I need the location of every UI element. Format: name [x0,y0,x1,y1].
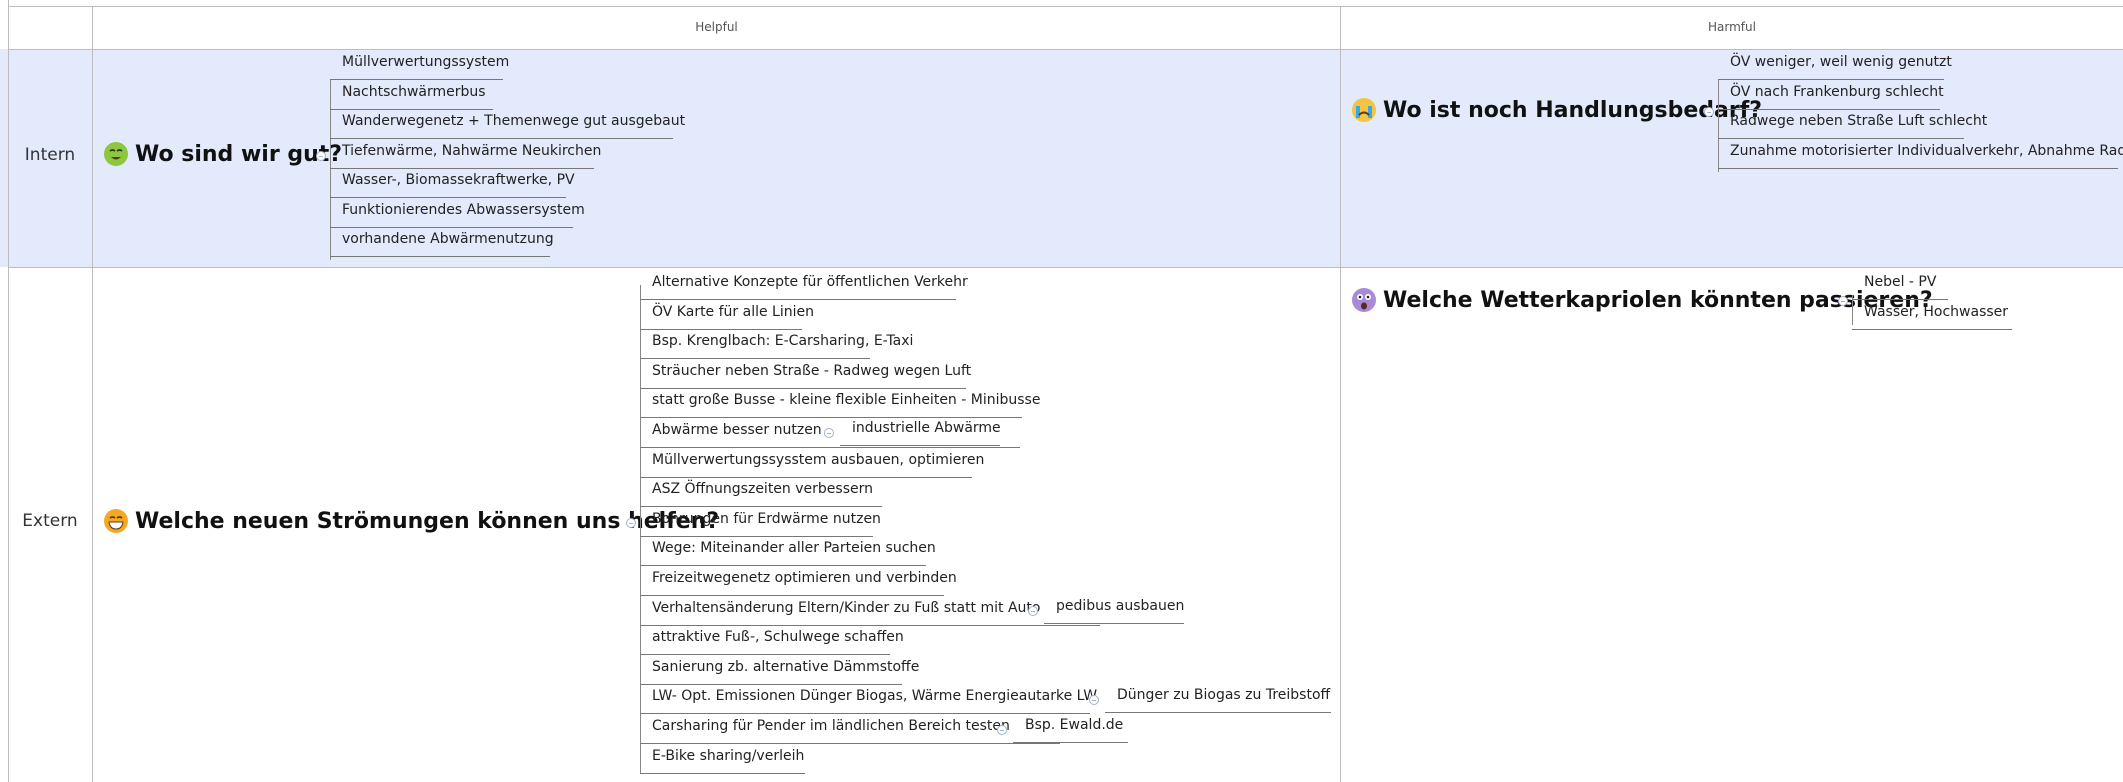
row-label-extern: Extern [22,511,78,531]
grid-top [8,6,2123,7]
grinning-face-icon [104,509,128,533]
list-item[interactable]: Sträucher neben Straße - Radweg wegen Lu… [640,361,971,389]
collapse-toggle-strengths[interactable] [316,151,326,161]
list-item[interactable]: Freizeitwegenetz optimieren und verbinde… [640,568,957,596]
topic-title: Welche Wetterkapriolen könnten passieren… [1383,287,1933,313]
subitem-industrielle-abwaerme[interactable]: industrielle Abwärme [840,418,1001,446]
subitem-ewald[interactable]: Bsp. Ewald.de [1013,715,1128,743]
grid-mid-col [1340,6,1341,782]
grid-row-divider [8,267,2123,268]
list-item[interactable]: Wasser-, Biomassekraftwerke, PV [330,170,575,198]
column-header-helpful: Helpful [695,20,738,34]
column-header-harmful: Harmful [1708,20,1756,34]
list-item[interactable]: Müllverwertungssystem [330,52,509,80]
list-item[interactable]: Müllverwertungssysstem ausbauen, optimie… [640,450,984,478]
list-item[interactable]: LW- Opt. Emissionen Dünger Biogas, Wärme… [640,686,1097,715]
list-item[interactable]: ÖV Karte für alle Linien [640,302,814,330]
list-item[interactable]: E-Bike sharing/verleih [640,746,805,774]
list-item[interactable]: ASZ Öffnungszeiten verbessern [640,479,882,508]
topic-strengths[interactable]: Wo sind wir gut? [103,141,342,167]
list-item[interactable]: Nebel - PV [1852,272,1948,300]
list-item[interactable]: Alternative Konzepte für öffentlichen Ve… [640,272,968,300]
list-item[interactable]: Wasser, Hochwasser [1852,302,2012,330]
collapse-toggle-abwaerme[interactable] [824,428,834,438]
collapse-toggle-duenger[interactable] [1089,695,1099,705]
topic-needs-action[interactable]: Wo ist noch Handlungsbedarf? [1351,97,1762,123]
list-item[interactable]: Bohrungen für Erdwärme nutzen [640,509,881,537]
collapse-toggle-opportunities[interactable] [626,518,636,528]
collapse-toggle-needs-action[interactable] [1704,107,1714,117]
collapse-toggle-ewald[interactable] [997,725,1007,735]
collapse-toggle-pedibus[interactable] [1028,606,1038,616]
list-item[interactable]: Bsp. Krenglbach: E-Carsharing, E-Taxi [640,331,913,360]
astonished-face-icon [1352,288,1376,312]
list-item[interactable]: statt große Busse - kleine flexible Einh… [640,390,1040,419]
list-item[interactable]: Funktionierendes Abwassersystem [330,200,585,228]
subitem-pedibus[interactable]: pedibus ausbauen [1044,596,1184,624]
grid-header-bottom [8,49,2123,50]
list-item[interactable]: vorhandene Abwärmenutzung [330,229,554,257]
grid-label-col [92,6,93,782]
list-item[interactable]: Wege: Miteinander aller Parteien suchen [640,538,936,567]
list-item[interactable]: Zunahme motorisierter Individualverkehr,… [1718,141,2123,169]
grid-left [8,0,9,782]
list-item[interactable]: Nachtschwärmerbus [330,82,493,110]
list-item[interactable]: Radwege neben Straße Luft schlecht [1718,111,1987,139]
row-label-intern: Intern [24,145,76,165]
list-item[interactable]: ÖV nach Frankenburg schlecht [1718,82,1944,110]
list-item[interactable]: Tiefenwärme, Nahwärme Neukirchen [330,141,601,169]
list-item[interactable]: Wanderwegenetz + Themenwege gut ausgebau… [330,111,685,139]
list-item[interactable]: ÖV weniger, weil wenig genutzt [1718,52,1952,80]
nauseated-face-icon [104,142,128,166]
list-item[interactable]: Sanierung zb. alternative Dämmstoffe [640,657,919,685]
subitem-duenger-biogas[interactable]: Dünger zu Biogas zu Treibstoff [1105,685,1331,713]
topic-title: Wo sind wir gut? [135,141,343,167]
list-item[interactable]: attraktive Fuß-, Schulwege schaffen [640,627,904,656]
collapse-toggle-weather[interactable] [1838,296,1848,306]
crying-face-icon [1352,98,1376,122]
